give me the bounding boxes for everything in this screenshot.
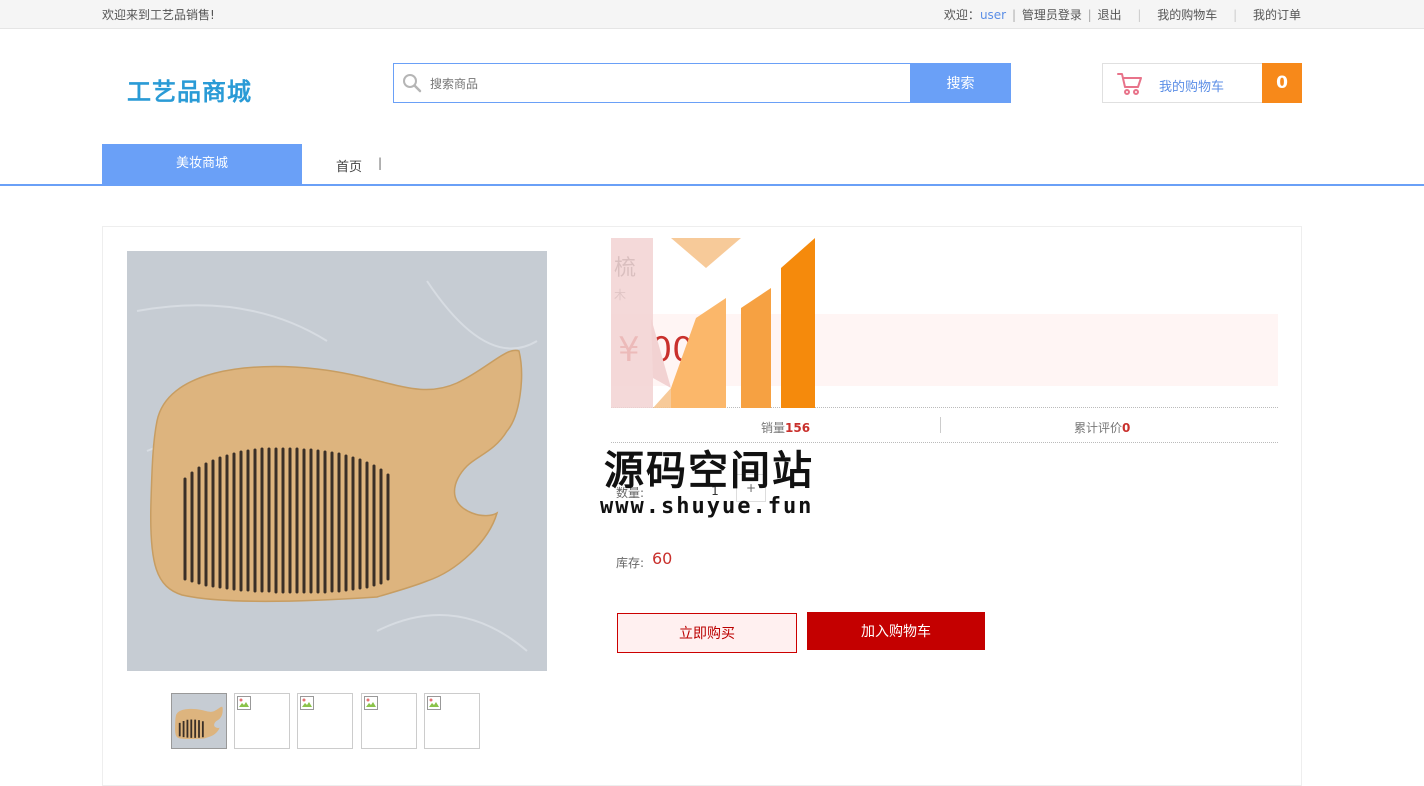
cart-count-badge: 0 — [1262, 63, 1302, 103]
cart-label: 我的购物车 — [1159, 80, 1225, 95]
thumbnail-image[interactable] — [234, 693, 290, 749]
watermark-url: www.shuyue.fun — [600, 494, 814, 519]
my-cart-link[interactable]: 我的购物车 — [1157, 8, 1217, 22]
divider: | — [1233, 8, 1238, 22]
reviews-value: 0 — [1122, 421, 1131, 435]
watermark-text: 源码空间站 — [604, 448, 814, 494]
stock-label: 库存: — [616, 556, 645, 570]
watermark-logo — [611, 238, 815, 408]
shopping-cart-icon — [1117, 73, 1142, 95]
thumbnail-image[interactable] — [361, 693, 417, 749]
divider: | — [1011, 8, 1016, 22]
divider: | — [1137, 8, 1142, 22]
my-orders-link[interactable]: 我的订单 — [1253, 8, 1301, 22]
broken-image-icon — [237, 696, 251, 710]
greeting-text: 欢迎： — [943, 8, 980, 22]
site-logo[interactable]: 工艺品商城 — [127, 72, 252, 107]
header-cart[interactable]: 我的购物车 0 — [1102, 63, 1302, 103]
nav-item-beauty-mall[interactable]: 美妆商城 — [102, 144, 302, 184]
nav-separator: | — [378, 156, 383, 170]
broken-image-icon — [364, 696, 378, 710]
sales-value: 156 — [785, 421, 811, 435]
thumbnail-image[interactable] — [297, 693, 353, 749]
admin-login-link[interactable]: 管理员登录 — [1022, 8, 1082, 22]
broken-image-icon — [300, 696, 314, 710]
search-icon — [403, 74, 422, 93]
divider: | — [1087, 8, 1092, 22]
add-to-cart-button[interactable]: 加入购物车 — [807, 612, 985, 650]
buy-now-button[interactable]: 立即购买 — [617, 613, 797, 653]
sales-label: 销量 — [761, 421, 786, 435]
broken-image-icon — [427, 696, 441, 710]
thumbnail-image[interactable] — [171, 693, 227, 749]
stats-divider — [940, 417, 941, 433]
main-nav: 美妆商城 首页 | — [0, 144, 1424, 186]
reviews-label: 累计评价 — [1074, 421, 1123, 435]
top-links: 欢迎：user | 管理员登录 | 退出 | 我的购物车 | 我的订单 — [944, 6, 1301, 23]
product-main-image — [127, 251, 547, 671]
search-input[interactable] — [428, 64, 902, 104]
search-bar: 搜索 — [393, 63, 1011, 104]
reviews-stat: 累计评价0 — [1074, 419, 1130, 436]
stock-value: 60 — [652, 549, 673, 568]
thumbnail-image[interactable] — [424, 693, 480, 749]
search-button[interactable]: 搜索 — [910, 63, 1011, 103]
logout-link[interactable]: 退出 — [1098, 8, 1122, 22]
username-link[interactable]: user — [980, 8, 1006, 22]
nav-item-home[interactable]: 首页 — [336, 156, 362, 175]
welcome-text: 欢迎来到工艺品销售! — [102, 8, 215, 22]
wooden-comb-illustration — [127, 251, 547, 671]
top-bar: 欢迎来到工艺品销售! 欢迎：user | 管理员登录 | 退出 | 我的购物车 … — [0, 0, 1424, 29]
sales-stat: 销量156 — [761, 419, 810, 436]
wooden-comb-thumbnail — [175, 706, 223, 740]
